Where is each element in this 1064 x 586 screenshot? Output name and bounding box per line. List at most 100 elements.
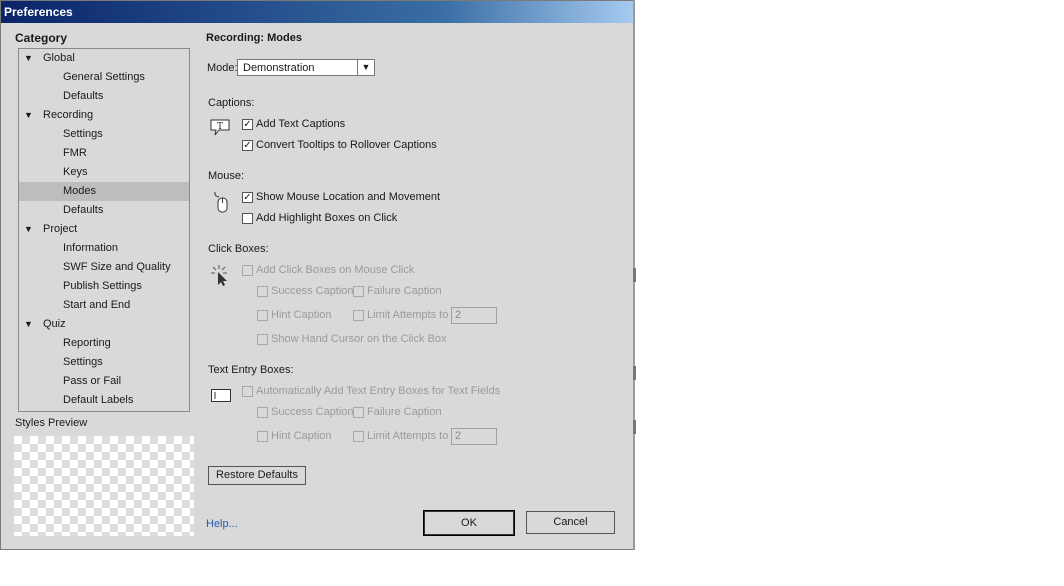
tree-item-label: Settings bbox=[63, 128, 103, 140]
tree-item[interactable]: Information bbox=[19, 239, 189, 258]
te-failure-caption-checkbox[interactable] bbox=[353, 407, 364, 418]
click-box-icon bbox=[210, 264, 230, 286]
text-entry-icon bbox=[211, 389, 231, 403]
mouse-label: Mouse: bbox=[208, 170, 245, 182]
add-text-captions-label: Add Text Captions bbox=[256, 118, 346, 130]
show-mouse-checkbox[interactable]: ✓ bbox=[242, 192, 253, 203]
te-hint-caption-checkbox[interactable] bbox=[257, 431, 268, 442]
edge-marker bbox=[633, 420, 636, 434]
mode-select[interactable]: Demonstration ▼ bbox=[237, 59, 375, 76]
click-limit-attempts-input[interactable]: 2 bbox=[451, 307, 497, 324]
category-title: Category bbox=[15, 31, 68, 45]
help-link[interactable]: Help... bbox=[206, 518, 238, 530]
expand-arrow-icon[interactable]: ▼ bbox=[24, 49, 33, 68]
click-failure-caption-checkbox[interactable] bbox=[353, 286, 364, 297]
tree-item-label: Default Labels bbox=[63, 394, 134, 406]
click-success-caption-checkbox[interactable] bbox=[257, 286, 268, 297]
auto-text-entry-checkbox[interactable] bbox=[242, 386, 253, 397]
tree-item[interactable]: Keys bbox=[19, 163, 189, 182]
tree-item-label: Pass or Fail bbox=[63, 375, 122, 387]
tree-item-label: Global bbox=[43, 52, 75, 64]
tree-item-label: Modes bbox=[63, 185, 97, 197]
tree-item[interactable]: Publish Settings bbox=[19, 277, 189, 296]
te-limit-attempts-label: Limit Attempts to bbox=[367, 430, 449, 442]
tree-item[interactable]: Modes bbox=[19, 182, 189, 201]
hand-cursor-label: Show Hand Cursor on the Click Box bbox=[271, 333, 447, 345]
svg-text:T: T bbox=[217, 122, 223, 132]
click-boxes-label: Click Boxes: bbox=[208, 243, 269, 255]
tree-item[interactable]: SWF Size and Quality bbox=[19, 258, 189, 277]
auto-text-entry-label: Automatically Add Text Entry Boxes for T… bbox=[256, 385, 501, 397]
text-entry-label: Text Entry Boxes: bbox=[208, 364, 294, 376]
tree-item[interactable]: Settings bbox=[19, 125, 189, 144]
tree-item-label: Keys bbox=[63, 166, 88, 178]
tree-item-label: Publish Settings bbox=[63, 280, 142, 292]
tree-item-label: General Settings bbox=[63, 71, 145, 83]
te-success-caption-label: Success Caption bbox=[271, 406, 354, 418]
tree-item[interactable]: Settings bbox=[19, 353, 189, 372]
te-success-caption-checkbox[interactable] bbox=[257, 407, 268, 418]
expand-arrow-icon[interactable]: ▼ bbox=[24, 220, 33, 239]
add-click-boxes-label: Add Click Boxes on Mouse Click bbox=[256, 264, 415, 276]
click-hint-caption-checkbox[interactable] bbox=[257, 310, 268, 321]
tree-item[interactable]: Start and End bbox=[19, 296, 189, 315]
tree-item[interactable]: Pass or Fail bbox=[19, 372, 189, 391]
tree-item-label: Defaults bbox=[63, 204, 104, 216]
category-tree[interactable]: ▼ Global General Settings Defaults ▼ Recordin… bbox=[18, 48, 190, 412]
mode-label: Mode: bbox=[207, 62, 238, 74]
hand-cursor-checkbox[interactable] bbox=[257, 334, 268, 345]
cancel-button[interactable]: Cancel bbox=[526, 511, 615, 534]
tree-item[interactable]: Reporting bbox=[19, 334, 189, 353]
tree-item[interactable]: Default Labels bbox=[19, 391, 189, 410]
expand-arrow-icon[interactable]: ▼ bbox=[24, 106, 33, 125]
edge-marker bbox=[633, 268, 636, 282]
tree-group[interactable]: ▼ Quiz bbox=[19, 315, 189, 334]
tree-item-label: FMR bbox=[63, 147, 87, 159]
tree-group[interactable]: ▼ Global bbox=[19, 49, 189, 68]
add-click-boxes-checkbox[interactable] bbox=[242, 265, 253, 276]
te-hint-caption-label: Hint Caption bbox=[271, 430, 332, 442]
window-title: Preferences bbox=[1, 1, 633, 23]
tree-item[interactable]: FMR bbox=[19, 144, 189, 163]
tree-item[interactable]: General Settings bbox=[19, 68, 189, 87]
restore-defaults-button[interactable]: Restore Defaults bbox=[208, 466, 306, 485]
tree-group[interactable]: ▼ Recording bbox=[19, 106, 189, 125]
te-limit-attempts-checkbox[interactable] bbox=[353, 431, 364, 442]
expand-arrow-icon[interactable]: ▼ bbox=[24, 315, 33, 334]
ok-button[interactable]: OK bbox=[423, 510, 515, 536]
mode-value: Demonstration bbox=[243, 62, 315, 74]
te-limit-attempts-input[interactable]: 2 bbox=[451, 428, 497, 445]
tree-group[interactable]: ▼ Project bbox=[19, 220, 189, 239]
tree-item-label: SWF Size and Quality bbox=[63, 261, 171, 273]
click-limit-attempts-checkbox[interactable] bbox=[353, 310, 364, 321]
tree-item-label: Reporting bbox=[63, 337, 111, 349]
tree-item[interactable]: Defaults bbox=[19, 87, 189, 106]
tree-item-label: Settings bbox=[63, 356, 103, 368]
tree-item-label: Defaults bbox=[63, 90, 104, 102]
click-success-caption-label: Success Caption bbox=[271, 285, 354, 297]
captions-label: Captions: bbox=[208, 97, 255, 109]
click-failure-caption-label: Failure Caption bbox=[367, 285, 442, 297]
tree-item[interactable]: Defaults bbox=[19, 201, 189, 220]
tree-item-label: Project bbox=[43, 223, 78, 235]
edge-marker bbox=[633, 366, 636, 380]
add-highlight-label: Add Highlight Boxes on Click bbox=[256, 212, 398, 224]
mouse-icon bbox=[212, 191, 230, 215]
tree-item-label: Information bbox=[63, 242, 119, 254]
styles-preview-label: Styles Preview bbox=[15, 417, 88, 429]
add-text-captions-checkbox[interactable]: ✓ bbox=[242, 119, 253, 130]
convert-tooltips-label: Convert Tooltips to Rollover Captions bbox=[256, 139, 437, 151]
show-mouse-label: Show Mouse Location and Movement bbox=[256, 191, 441, 203]
click-hint-caption-label: Hint Caption bbox=[271, 309, 332, 321]
convert-tooltips-checkbox[interactable]: ✓ bbox=[242, 140, 253, 151]
page-title: Recording: Modes bbox=[206, 32, 302, 44]
text-caption-icon: T bbox=[210, 119, 230, 137]
te-failure-caption-label: Failure Caption bbox=[367, 406, 442, 418]
tree-item-label: Start and End bbox=[63, 299, 131, 311]
add-highlight-checkbox[interactable] bbox=[242, 213, 253, 224]
chevron-down-icon[interactable]: ▼ bbox=[357, 60, 374, 75]
click-limit-attempts-label: Limit Attempts to bbox=[367, 309, 449, 321]
tree-item-label: Recording bbox=[43, 109, 94, 121]
preferences-dialog: Preferences Category ▼ Global General Sett… bbox=[0, 0, 634, 550]
styles-preview bbox=[14, 436, 194, 536]
